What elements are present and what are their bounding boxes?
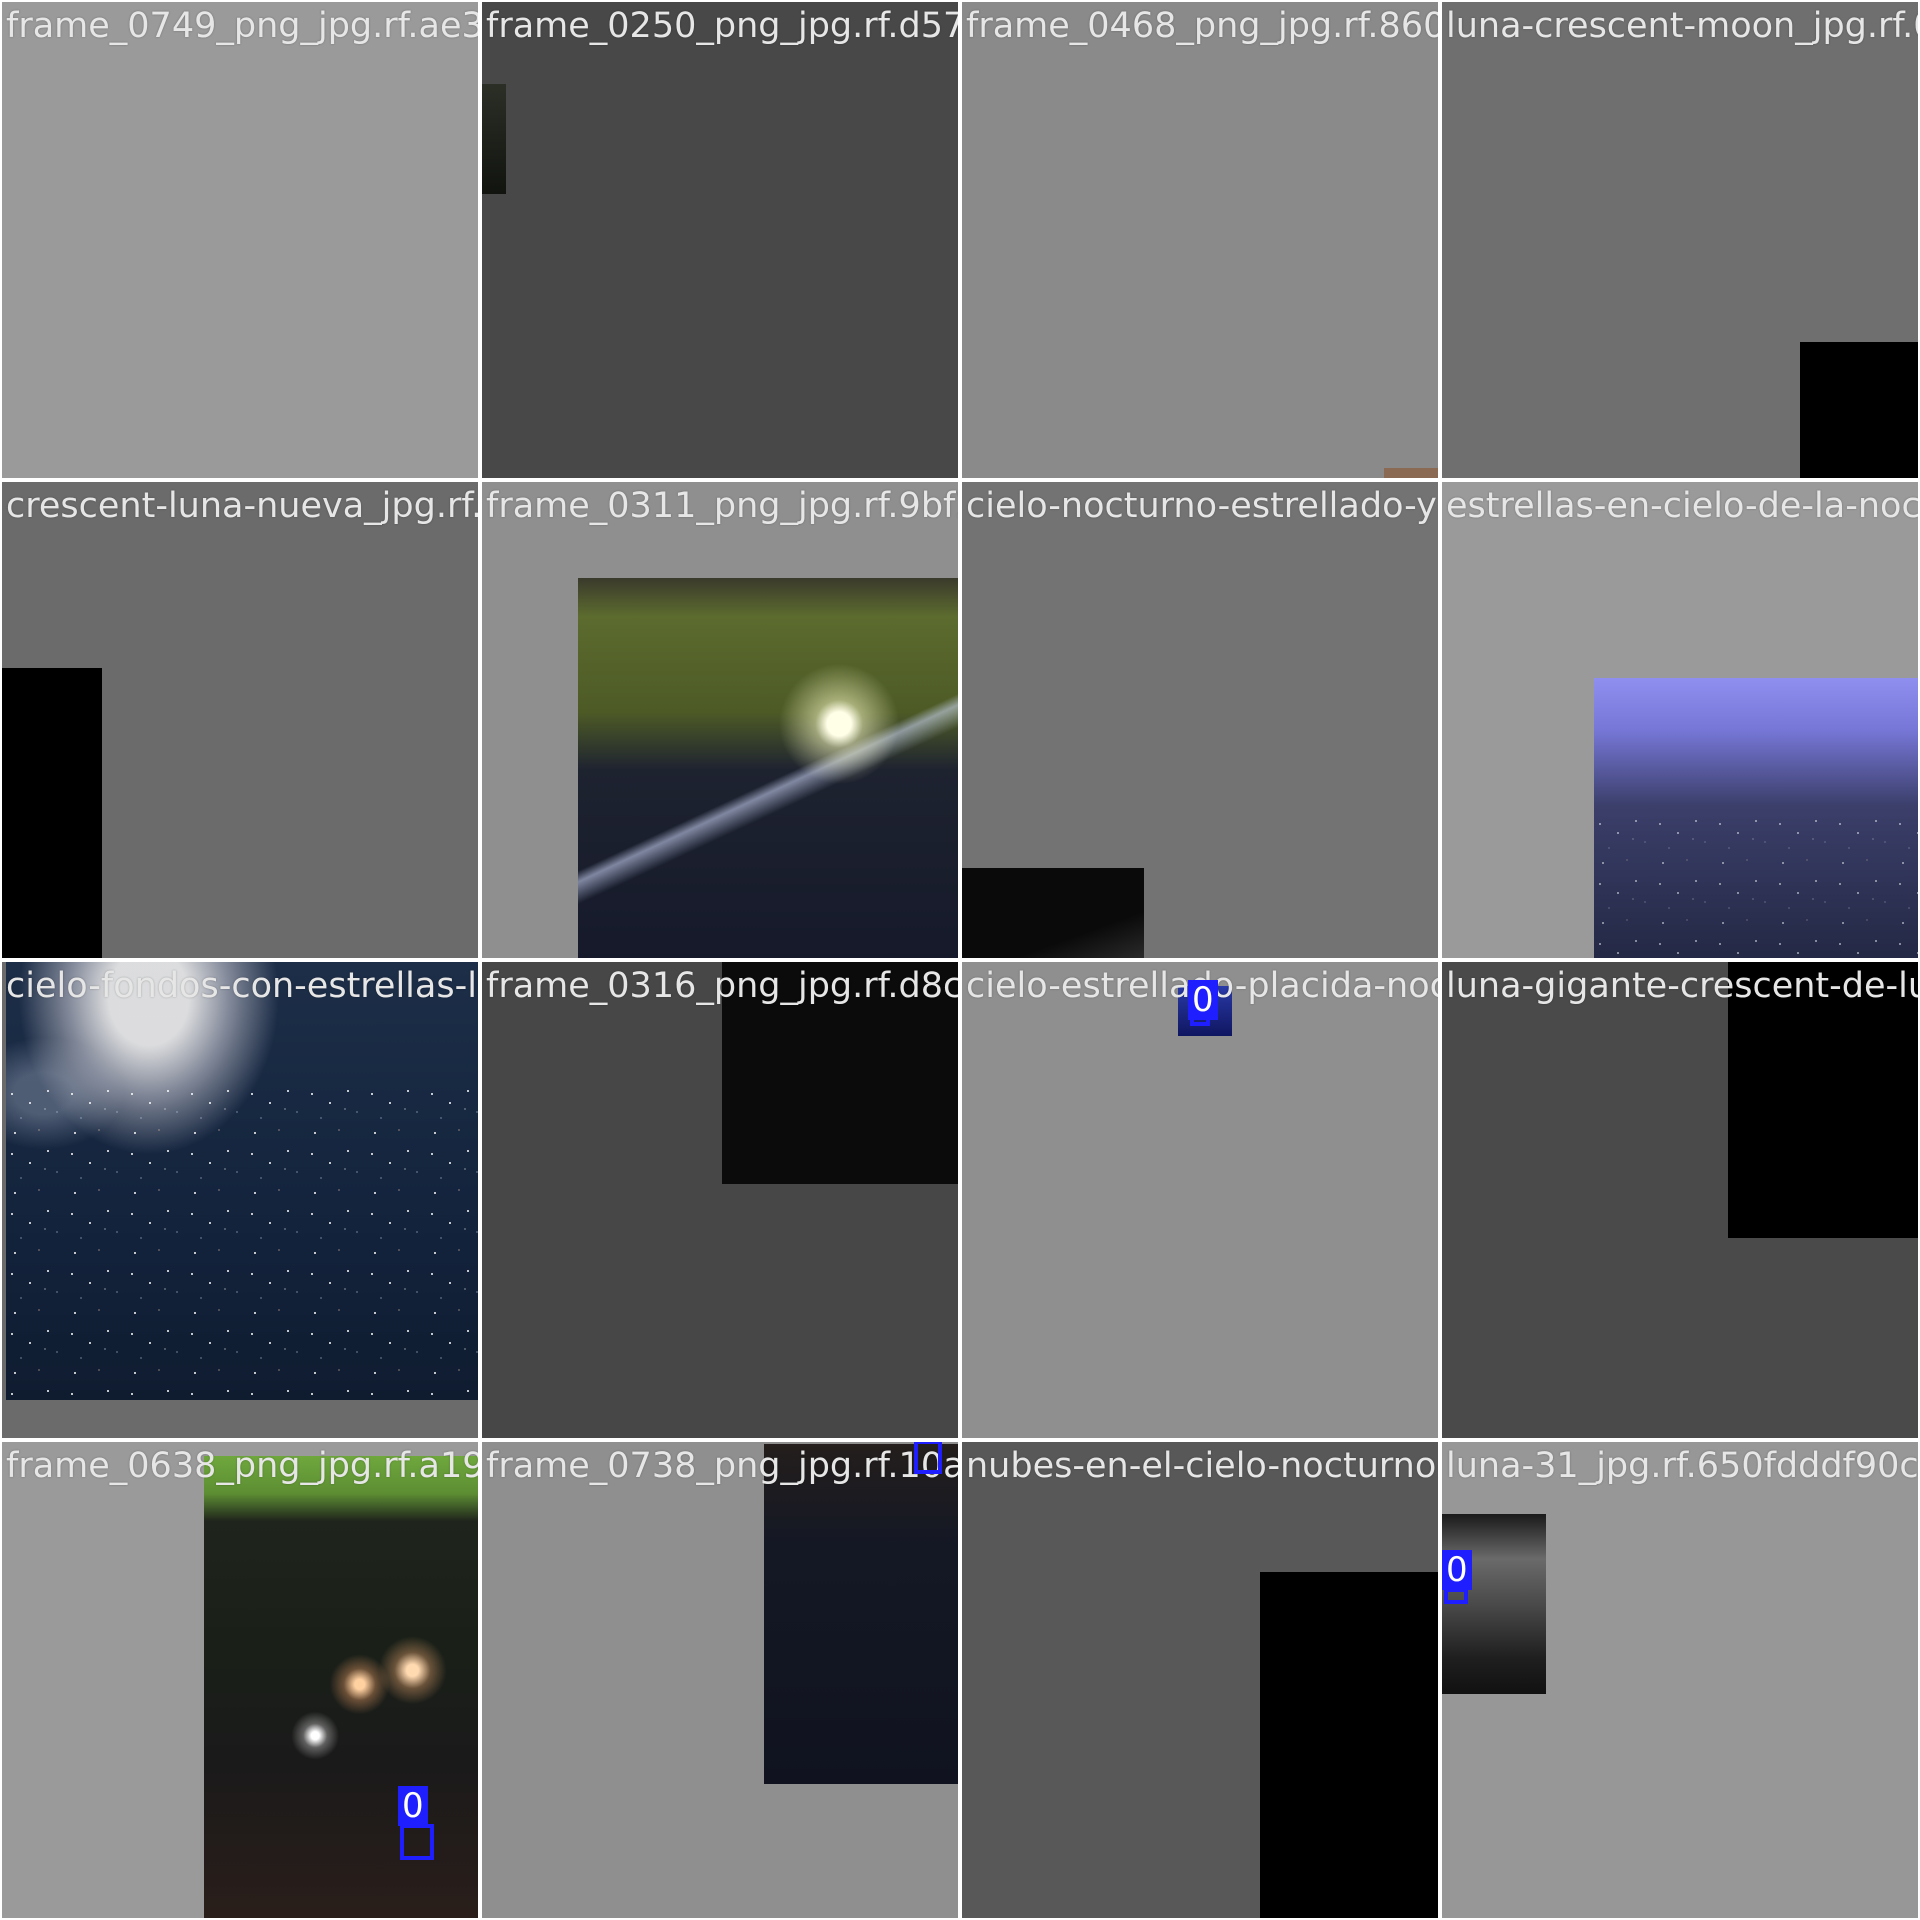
image-fragment <box>1260 1572 1438 1918</box>
mosaic-tile-14: 0 frame_0738_png_jpg.rf.10ad90d9d5ba54b1… <box>480 1440 960 1920</box>
tile-filename-label: frame_0311_png_jpg.rf.9bf22f2c4f7e04bc70 <box>486 486 958 526</box>
image-fragment <box>204 1456 478 1918</box>
tile-filename-label: frame_0316_png_jpg.rf.d8c7da812a5384f334 <box>486 966 960 1006</box>
mosaic-tile-8: estrellas-en-cielo-de-la-noche <box>1440 480 1920 960</box>
star-field <box>1594 812 1918 958</box>
tile-filename-label: luna-31_jpg.rf.650fdddf90c1e4 <box>1446 1446 1919 1486</box>
tile-filename-label: frame_0738_png_jpg.rf.10ad90d9d5ba54b154 <box>486 1446 960 1486</box>
image-fragment <box>1442 1514 1546 1694</box>
tile-filename-label: cielo-nocturno-estrellado-y-montanas-en- <box>966 486 1438 526</box>
tile-filename-label: crescent-luna-nueva_jpg.rf.ebd2ca35e1b60 <box>6 486 478 526</box>
detection-box <box>400 1824 434 1860</box>
tile-filename-label: luna-gigante-crescent-de-luna-lle <box>1446 966 1918 1006</box>
detection-class-label: 0 <box>1188 980 1218 1020</box>
tile-filename-label: luna-crescent-moon_jpg.rf.0c46070 <box>1446 6 1918 46</box>
mosaic-tile-10: frame_0316_png_jpg.rf.d8c7da812a5384f334 <box>480 960 960 1440</box>
mosaic-tile-7: cielo-nocturno-estrellado-y-montanas-en- <box>960 480 1440 960</box>
image-fragment <box>1384 468 1438 478</box>
tile-filename-label: frame_0468_png_jpg.rf.86000cd9f41ceecb7 <box>966 6 1438 46</box>
star-field <box>6 1082 478 1400</box>
mosaic-tile-13: 0 frame_0638_png_jpg.rf.a192cab6c0798c33… <box>0 1440 480 1920</box>
mosaic-tile-11: 0 cielo-estrellado-placida-noche_jpg.rf.… <box>960 960 1440 1440</box>
mosaic-grid: frame_0749_png_jpg.rf.ae3cf0a467027fafe … <box>0 0 1920 1920</box>
tile-filename-label: frame_0250_png_jpg.rf.d573f435c67463c65 <box>486 6 958 46</box>
mosaic-tile-3: frame_0468_png_jpg.rf.86000cd9f41ceecb7 <box>960 0 1440 480</box>
mosaic-tile-2: frame_0250_png_jpg.rf.d573f435c67463c65 <box>480 0 960 480</box>
detection-class-label: 0 <box>398 1786 428 1826</box>
image-fragment <box>764 1444 958 1784</box>
mosaic-tile-5: crescent-luna-nueva_jpg.rf.ebd2ca35e1b60 <box>0 480 480 960</box>
mosaic-tile-4: luna-crescent-moon_jpg.rf.0c46070 <box>1440 0 1920 480</box>
detection-box <box>1444 1588 1468 1604</box>
mosaic-tile-12: luna-gigante-crescent-de-luna-lle <box>1440 960 1920 1440</box>
image-fragment <box>2 668 102 958</box>
tile-filename-label: nubes-en-el-cielo-nocturno-_jpg.rf <box>966 1446 1438 1486</box>
tile-filename-label: frame_0749_png_jpg.rf.ae3cf0a467027fafe <box>6 6 478 46</box>
mosaic-tile-9: cielo-fondos-con-estrellas-luna-nubes <box>0 960 480 1440</box>
tile-filename-label: estrellas-en-cielo-de-la-noche <box>1446 486 1920 526</box>
mosaic-tile-16: 0 luna-31_jpg.rf.650fdddf90c1e4 <box>1440 1440 1920 1920</box>
mosaic-tile-15: nubes-en-el-cielo-nocturno-_jpg.rf <box>960 1440 1440 1920</box>
image-fragment <box>1800 342 1918 478</box>
mosaic-tile-6: frame_0311_png_jpg.rf.9bf22f2c4f7e04bc70 <box>480 480 960 960</box>
image-fragment <box>962 868 1144 958</box>
image-fragment <box>578 578 958 958</box>
tile-filename-label: frame_0638_png_jpg.rf.a192cab6c0798c3381 <box>6 1446 480 1486</box>
detection-class-label: 0 <box>1442 1550 1472 1590</box>
tile-filename-label: cielo-fondos-con-estrellas-luna-nubes <box>6 966 478 1006</box>
detection-box <box>914 1442 942 1474</box>
mosaic-tile-1: frame_0749_png_jpg.rf.ae3cf0a467027fafe <box>0 0 480 480</box>
image-fragment <box>482 84 506 194</box>
